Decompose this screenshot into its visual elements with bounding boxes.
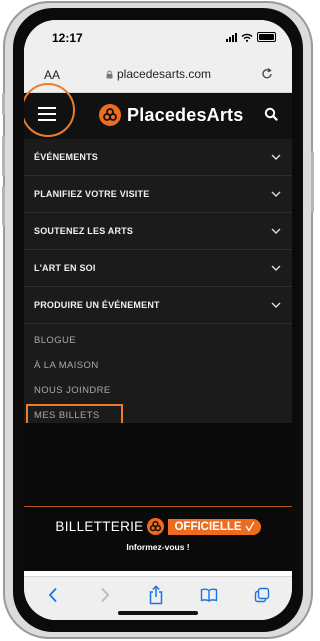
tabs-icon[interactable]: [254, 587, 270, 603]
forward-icon[interactable]: [100, 587, 110, 603]
billetterie-tagline: Informez-vous !: [126, 542, 190, 552]
battery-icon: [257, 32, 276, 42]
officielle-badge: OFFICIELLE: [168, 518, 261, 535]
url-field[interactable]: placedesarts.com: [106, 67, 211, 81]
wifi-icon: [241, 33, 253, 42]
phone-frame: 12:17 AA placedesarts.com PlacedesArts É…: [2, 1, 314, 639]
back-icon[interactable]: [48, 587, 58, 603]
chevron-down-icon: [271, 228, 281, 234]
menu-item-label: PRODUIRE UN ÉVÉNEMENT: [34, 300, 160, 310]
menu-link-nous-joindre[interactable]: NOUS JOINDRE: [24, 378, 292, 403]
chevron-down-icon: [271, 191, 281, 197]
menu-item-label: PLANIFIEZ VOTRE VISITE: [34, 189, 150, 199]
menu-item-produire[interactable]: PRODUIRE UN ÉVÉNEMENT: [24, 287, 292, 324]
chevron-down-icon: [271, 302, 281, 308]
menu-item-label: ÉVÉNEMENTS: [34, 152, 99, 162]
menu-item-planifiez[interactable]: PLANIFIEZ VOTRE VISITE: [24, 176, 292, 213]
signal-icon: [226, 32, 237, 42]
text-size-button[interactable]: AA: [44, 68, 60, 82]
check-icon: [245, 521, 255, 532]
menu-item-evenements[interactable]: ÉVÉNEMENTS: [24, 139, 292, 176]
menu-item-label: L'ART EN SOI: [34, 263, 96, 273]
search-icon[interactable]: [264, 107, 278, 121]
url-text: placedesarts.com: [117, 67, 212, 81]
volume-down-button: [2, 186, 5, 226]
page-dark-area: BILLETTERIE OFFICIELLE Informez-vous !: [24, 423, 292, 571]
menu-item-soutenez[interactable]: SOUTENEZ LES ARTS: [24, 213, 292, 250]
side-button: [2, 93, 5, 115]
menu-item-art-en-soi[interactable]: L'ART EN SOI: [24, 250, 292, 287]
share-icon[interactable]: [148, 585, 164, 605]
officielle-text: OFFICIELLE: [174, 520, 242, 533]
orange-divider: [24, 506, 292, 507]
status-bar: 12:17: [24, 20, 292, 58]
menu-item-label: SOUTENEZ LES ARTS: [34, 226, 134, 236]
hamburger-highlight-circle: [24, 83, 75, 137]
home-indicator: [118, 611, 198, 615]
site-header: PlacedesArts: [24, 83, 292, 139]
lock-icon: [106, 70, 113, 78]
billetterie-banner[interactable]: BILLETTERIE OFFICIELLE: [24, 518, 292, 535]
chevron-down-icon: [271, 154, 281, 160]
logo-mark-icon: [99, 104, 121, 126]
billetterie-label: BILLETTERIE: [55, 519, 144, 534]
status-time: 12:17: [52, 31, 83, 45]
menu-link-blogue[interactable]: BLOGUE: [24, 328, 292, 353]
chevron-down-icon: [271, 265, 281, 271]
menu-link-a-la-maison[interactable]: À LA MAISON: [24, 353, 292, 378]
site-logo[interactable]: PlacedesArts: [99, 104, 243, 126]
phone-bezel: 12:17 AA placedesarts.com PlacedesArts É…: [13, 8, 303, 632]
nav-menu: ÉVÉNEMENTS PLANIFIEZ VOTRE VISITE SOUTEN…: [24, 139, 292, 446]
volume-up-button: [2, 136, 5, 176]
billetterie-logo-icon: [147, 518, 165, 535]
reload-icon[interactable]: [260, 67, 274, 81]
power-button: [311, 151, 314, 213]
phone-screen: 12:17 AA placedesarts.com PlacedesArts É…: [24, 20, 292, 620]
logo-text: PlacedesArts: [127, 104, 244, 125]
browser-toolbar: [24, 576, 292, 620]
bookmarks-icon[interactable]: [200, 588, 218, 602]
status-icons: [226, 32, 276, 42]
